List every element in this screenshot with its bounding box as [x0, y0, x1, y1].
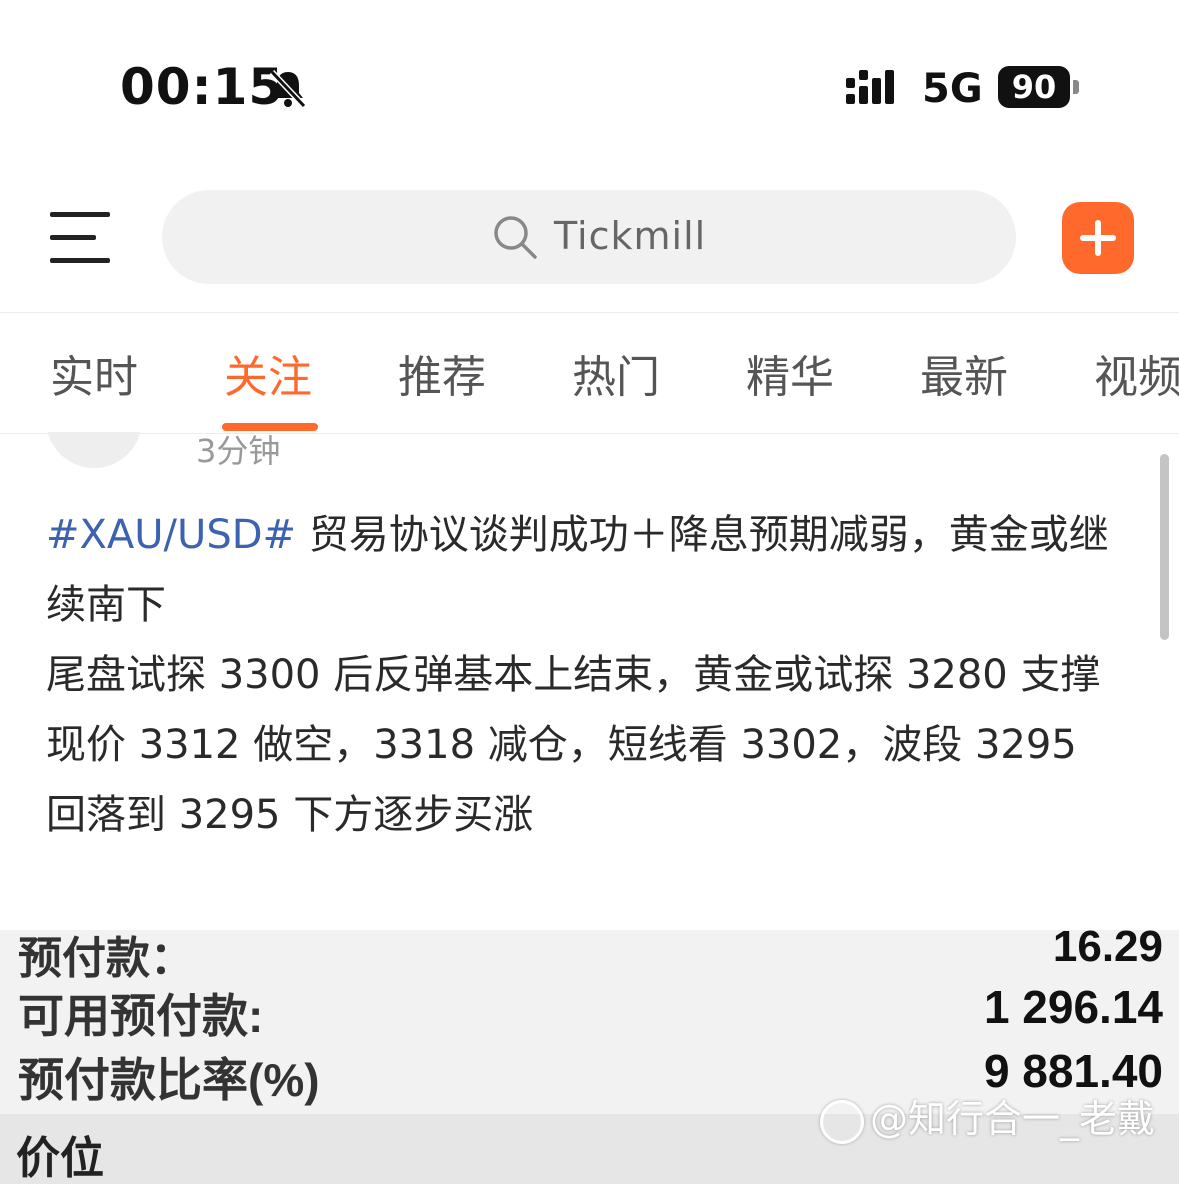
battery-icon: 90 [998, 66, 1070, 108]
tab-realtime[interactable]: 实时 [50, 341, 138, 405]
menu-icon[interactable] [50, 210, 112, 266]
free-margin-value: 1 296.14 [983, 981, 1163, 1033]
margin-value: 16.29 [1052, 930, 1163, 971]
post-body[interactable]: #XAU/USD# 贸易协议谈判成功＋降息预期减弱，黄金或继续南下 尾盘试探 3… [46, 500, 1136, 850]
tab-following[interactable]: 关注 [224, 341, 312, 405]
search-icon [494, 216, 537, 259]
bell-muted-icon [269, 69, 307, 109]
active-tab-indicator [222, 423, 318, 431]
signal-icon [846, 70, 894, 104]
tab-latest[interactable]: 最新 [920, 341, 1008, 405]
post-paragraph: 现价 3312 做空，3318 减仓，短线看 3302，波段 3295 [46, 722, 1077, 768]
margin-level-label: 预付款比率(%) [18, 1054, 320, 1106]
tab-bar: 实时 关注 推荐 热门 精华 最新 视频 [0, 312, 1179, 434]
status-bar: 00:15 5G 90 [0, 0, 1179, 150]
search-placeholder: Tickmill [554, 214, 707, 258]
zhihu-logo-icon [820, 1099, 864, 1144]
tab-featured[interactable]: 精华 [746, 341, 834, 405]
free-margin-label: 可用预付款: [18, 990, 264, 1042]
post-time: 3分钟 [196, 432, 281, 470]
tab-hot[interactable]: 热门 [572, 341, 660, 405]
tab-video[interactable]: 视频 [1094, 341, 1179, 405]
battery-nub [1073, 80, 1079, 94]
watermark: @知行合一_老戴 [820, 1088, 1155, 1144]
add-post-button[interactable] [1062, 202, 1134, 274]
post-paragraph: 回落到 3295 下方逐步买涨 [46, 792, 534, 838]
status-time: 00:15 [120, 58, 285, 116]
search-input[interactable]: Tickmill [162, 190, 1016, 284]
attached-image[interactable]: 预付款： 16.29 可用预付款: 1 296.14 预付款比率(%) 9 88… [0, 930, 1179, 1184]
tab-recommended[interactable]: 推荐 [398, 341, 486, 405]
margin-label: 预付款： [18, 934, 194, 983]
post-paragraph: 尾盘试探 3300 后反弹基本上结束，黄金或试探 3280 支撑 [46, 652, 1101, 698]
network-type: 5G [922, 66, 983, 112]
margin-row: 预付款： 16.29 [18, 930, 1163, 983]
watermark-text: @知行合一_老戴 [870, 1097, 1156, 1141]
hashtag-link[interactable]: #XAU/USD# [46, 512, 296, 558]
post-paragraph: #XAU/USD# 贸易协议谈判成功＋降息预期减弱，黄金或继续南下 [46, 500, 1136, 640]
scrollbar[interactable] [1160, 454, 1169, 640]
section-title: 价位 [16, 1134, 104, 1183]
